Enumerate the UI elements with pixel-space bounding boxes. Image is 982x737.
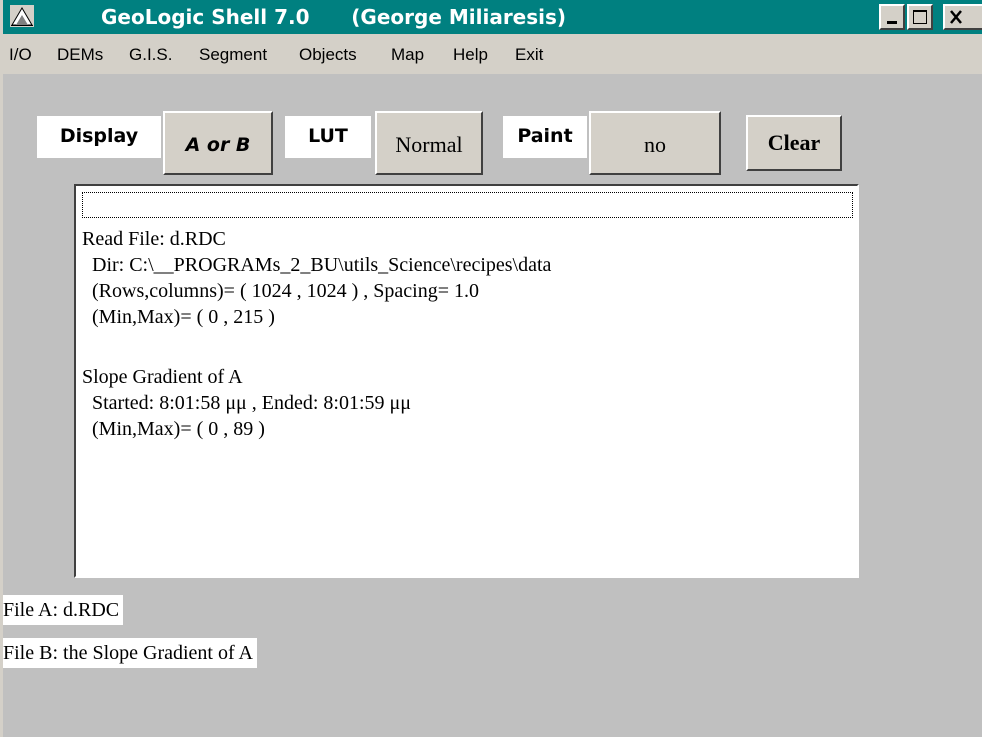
log-line: (Min,Max)= ( 0 , 215 ) <box>82 306 275 328</box>
menu-gis[interactable]: G.I.S. <box>129 42 172 68</box>
menu-help[interactable]: Help <box>453 42 488 68</box>
menu-map[interactable]: Map <box>391 42 424 68</box>
lut-button[interactable]: Normal <box>375 111 483 175</box>
log-listbox[interactable]: Read File: d.RDC Dir: C:\__PROGRAMs_2_BU… <box>74 184 859 578</box>
log-line: (Min,Max)= ( 0 , 89 ) <box>82 418 265 440</box>
log-line: Dir: C:\__PROGRAMs_2_BU\utils_Science\re… <box>82 254 552 276</box>
minimize-button[interactable] <box>879 4 905 30</box>
log-input-row[interactable] <box>82 192 853 218</box>
menu-dems[interactable]: DEMs <box>57 42 103 68</box>
window-title: GeoLogic Shell 7.0 (George Miliaresis) <box>101 5 567 29</box>
display-label: Display <box>37 116 161 158</box>
minimize-icon <box>887 21 897 24</box>
display-button[interactable]: A or B <box>163 111 273 175</box>
maximize-button[interactable] <box>907 4 933 30</box>
log-line <box>82 330 551 364</box>
maximize-icon <box>913 10 927 24</box>
menu-objects[interactable]: Objects <box>299 42 357 68</box>
menu-bar: I/O DEMs G.I.S. Segment Objects Map Help… <box>3 34 982 74</box>
menu-io[interactable]: I/O <box>9 42 32 68</box>
close-button[interactable] <box>943 4 982 30</box>
log-line: Read File: d.RDC <box>82 228 226 250</box>
clear-button[interactable]: Clear <box>746 115 842 171</box>
menu-segment[interactable]: Segment <box>199 42 267 68</box>
file-a-status: File A: d.RDC <box>3 595 124 625</box>
mountain-icon[interactable] <box>10 5 34 27</box>
paint-button[interactable]: no <box>589 111 721 175</box>
close-icon <box>950 10 962 24</box>
log-line: Slope Gradient of A <box>82 366 243 388</box>
log-lines: Read File: d.RDC Dir: C:\__PROGRAMs_2_BU… <box>82 226 551 442</box>
lut-label: LUT <box>285 116 371 158</box>
file-b-status: File B: the Slope Gradient of A <box>3 638 257 668</box>
title-bar[interactable]: GeoLogic Shell 7.0 (George Miliaresis) <box>3 0 982 34</box>
paint-label: Paint <box>503 116 587 158</box>
log-line: Started: 8:01:58 μμ , Ended: 8:01:59 μμ <box>82 392 411 414</box>
log-line: (Rows,columns)= ( 1024 , 1024 ) , Spacin… <box>82 280 479 302</box>
app-window: GeoLogic Shell 7.0 (George Miliaresis) I… <box>0 0 982 737</box>
menu-exit[interactable]: Exit <box>515 42 543 68</box>
